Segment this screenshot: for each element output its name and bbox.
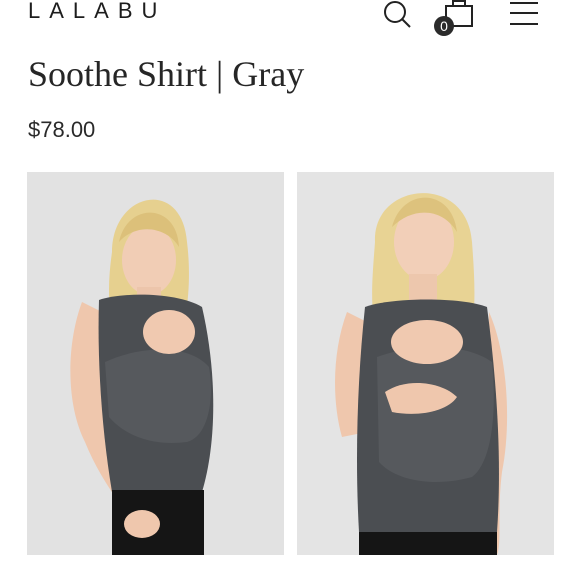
product-image-front-smiling bbox=[297, 172, 554, 555]
menu-button[interactable] bbox=[507, 0, 541, 30]
cart-count-badge: 0 bbox=[434, 16, 454, 36]
search-icon bbox=[384, 1, 411, 28]
product-title: Soothe Shirt | Gray bbox=[28, 54, 305, 94]
product-photo-1[interactable] bbox=[27, 172, 284, 555]
product-photo-2[interactable] bbox=[297, 172, 554, 555]
brand-logo[interactable]: LALABU bbox=[28, 0, 166, 24]
menu-icon bbox=[510, 2, 538, 25]
site-header: LALABU 0 bbox=[0, 0, 580, 40]
cart-button[interactable]: 0 bbox=[434, 0, 478, 36]
product-price: $78.00 bbox=[28, 117, 96, 142]
product-image-front-baby-asleep bbox=[27, 172, 284, 555]
search-button[interactable] bbox=[380, 0, 414, 30]
